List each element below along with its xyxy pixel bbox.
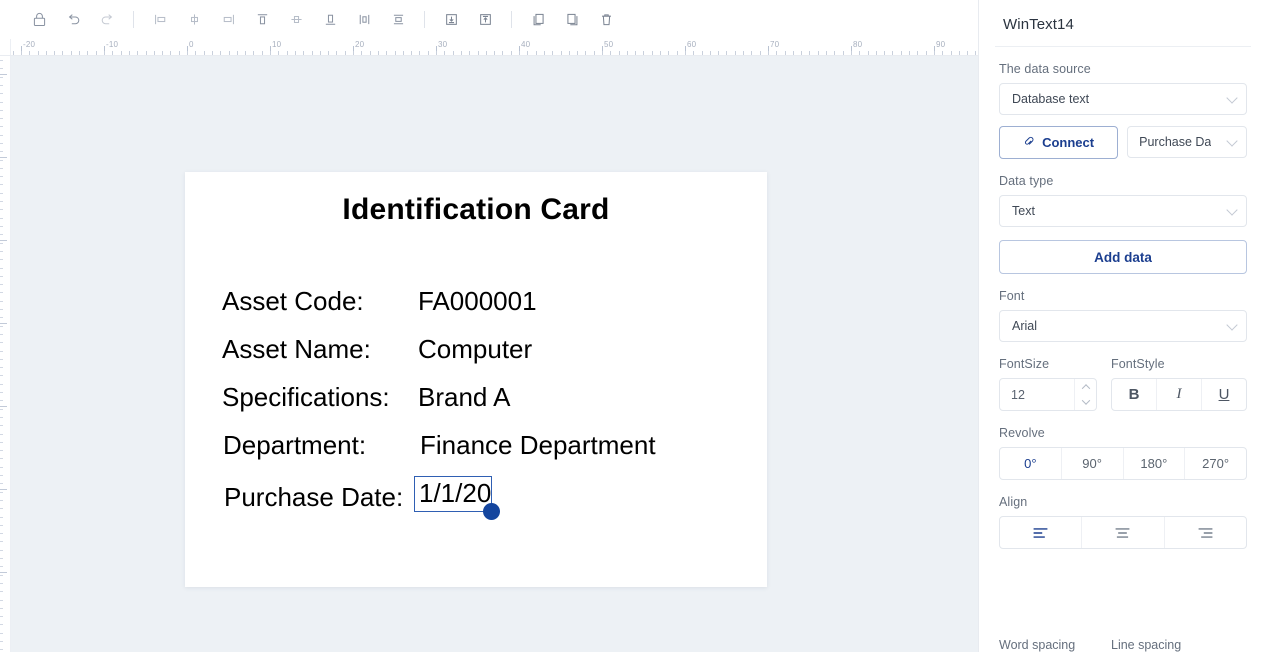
data-type-value: Text [1012, 204, 1035, 218]
data-source-label: The data source [999, 62, 1091, 76]
spacing-labels-row: Word spacing Line spacing [999, 638, 1251, 652]
chevron-down-icon [1226, 135, 1238, 147]
stepper-decrement[interactable] [1075, 395, 1096, 411]
card-row-value: Brand A [418, 382, 511, 412]
lock-icon[interactable] [22, 5, 56, 35]
align-left-icon [1033, 527, 1048, 538]
align-center-button[interactable] [1082, 517, 1165, 548]
properties-panel: WinText14 The data source Database text … [979, 0, 1267, 652]
data-type-select[interactable]: Text [999, 195, 1247, 227]
align-field: Align [995, 495, 1251, 549]
font-select[interactable]: Arial [999, 310, 1247, 342]
align-left-button[interactable] [1000, 517, 1083, 548]
copy-icon[interactable] [521, 5, 555, 35]
canvas-wrapper: Identification Card Asset Code: FA000001… [0, 56, 978, 652]
font-value: Arial [1012, 319, 1038, 333]
undo-icon[interactable] [56, 5, 90, 35]
data-type-label: Data type [999, 174, 1054, 188]
align-middle-icon[interactable] [279, 5, 313, 35]
align-bottom-icon[interactable] [313, 5, 347, 35]
add-data-button[interactable]: Add data [999, 240, 1247, 274]
distribute-horizontal-icon[interactable] [347, 5, 381, 35]
data-source-field: The data source Database text [995, 62, 1251, 115]
resize-handle[interactable] [483, 503, 500, 520]
toolbar-divider [424, 11, 425, 28]
bring-to-front-icon[interactable] [468, 5, 502, 35]
align-buttons [999, 516, 1247, 549]
font-size-label: FontSize [999, 357, 1050, 371]
card-row-value: FA000001 [418, 286, 537, 316]
stepper-increment[interactable] [1075, 379, 1096, 395]
design-canvas[interactable]: Identification Card Asset Code: FA000001… [11, 56, 978, 652]
selected-text-value: 1/1/20 [419, 478, 492, 508]
align-label: Align [999, 495, 1028, 509]
stepper-buttons [1074, 379, 1096, 410]
data-type-field: Data type Text [995, 174, 1251, 227]
chevron-down-icon [1226, 204, 1238, 216]
align-right-icon [1198, 527, 1213, 538]
revolve-option-0[interactable]: 0° [1000, 448, 1062, 479]
delete-icon[interactable] [589, 5, 623, 35]
card-row-value: Computer [418, 334, 533, 364]
app-root: -20 -10 0 10 20 30 40 50 60 70 80 90 Identification… [0, 0, 1267, 652]
word-spacing-label: Word spacing [999, 638, 1076, 652]
line-spacing-label: Line spacing [1111, 638, 1182, 652]
paste-icon[interactable] [555, 5, 589, 35]
font-field: Font Arial [995, 289, 1251, 342]
redo-icon[interactable] [90, 5, 124, 35]
card-row-label: Asset Code: [222, 286, 364, 316]
distribute-vertical-icon[interactable] [381, 5, 415, 35]
data-source-select[interactable]: Database text [999, 83, 1247, 115]
chevron-down-icon [1226, 319, 1238, 331]
editor-area: -20 -10 0 10 20 30 40 50 60 70 80 90 Identification… [0, 0, 979, 652]
font-style-group: FontStyle B I U [1111, 357, 1247, 411]
font-style-label: FontStyle [1111, 357, 1165, 371]
connect-button[interactable]: Connect [999, 126, 1119, 159]
card-title: Identification Card [342, 193, 610, 226]
card-row-label: Purchase Date: [224, 482, 404, 512]
card-row-label: Asset Name: [222, 334, 371, 364]
send-to-back-icon[interactable] [434, 5, 468, 35]
revolve-field: Revolve 0° 90° 180° 270° [995, 426, 1251, 480]
revolve-label: Revolve [999, 426, 1045, 440]
link-icon [1025, 136, 1034, 145]
bold-button[interactable]: B [1112, 379, 1157, 410]
align-center-horizontal-icon[interactable] [177, 5, 211, 35]
connect-row: Connect Purchase Da [995, 126, 1251, 159]
label-card[interactable]: Identification Card Asset Code: FA000001… [185, 172, 767, 587]
toolbar-divider [511, 11, 512, 28]
chevron-down-icon [1226, 92, 1238, 104]
revolve-option-90[interactable]: 90° [1062, 448, 1124, 479]
card-row-value: Finance Department [420, 430, 656, 460]
ruler-corner [0, 39, 11, 55]
card-row-label: Department: [223, 430, 367, 460]
italic-button[interactable]: I [1157, 379, 1202, 410]
font-label: Font [999, 289, 1025, 303]
font-size-stepper[interactable] [999, 378, 1097, 411]
align-top-icon[interactable] [245, 5, 279, 35]
connect-label: Connect [1042, 135, 1095, 150]
align-center-icon [1116, 527, 1130, 538]
align-right-button[interactable] [1165, 517, 1246, 548]
revolve-option-180[interactable]: 180° [1124, 448, 1186, 479]
font-size-style-row: FontSize FontStyle B I U [995, 357, 1251, 411]
underline-button[interactable]: U [1202, 379, 1246, 410]
horizontal-ruler[interactable]: -20 -10 0 10 20 30 40 50 60 70 80 90 [0, 39, 978, 56]
toolbar-divider [133, 11, 134, 28]
revolve-buttons: 0° 90° 180° 270° [999, 447, 1247, 480]
main-toolbar [0, 0, 978, 39]
panel-title: WinText14 [995, 0, 1251, 47]
font-style-buttons: B I U [1111, 378, 1247, 411]
data-source-value: Database text [1012, 92, 1090, 106]
data-field-select[interactable]: Purchase Da [1127, 126, 1247, 158]
font-size-group: FontSize [999, 357, 1097, 411]
align-right-icon[interactable] [211, 5, 245, 35]
card-row-label: Specifications: [222, 382, 390, 412]
selected-text-element[interactable]: 1/1/20 [414, 476, 500, 520]
align-left-icon[interactable] [143, 5, 177, 35]
vertical-ruler[interactable] [0, 56, 11, 652]
data-field-value: Purchase Da [1139, 135, 1212, 149]
revolve-option-270[interactable]: 270° [1185, 448, 1246, 479]
